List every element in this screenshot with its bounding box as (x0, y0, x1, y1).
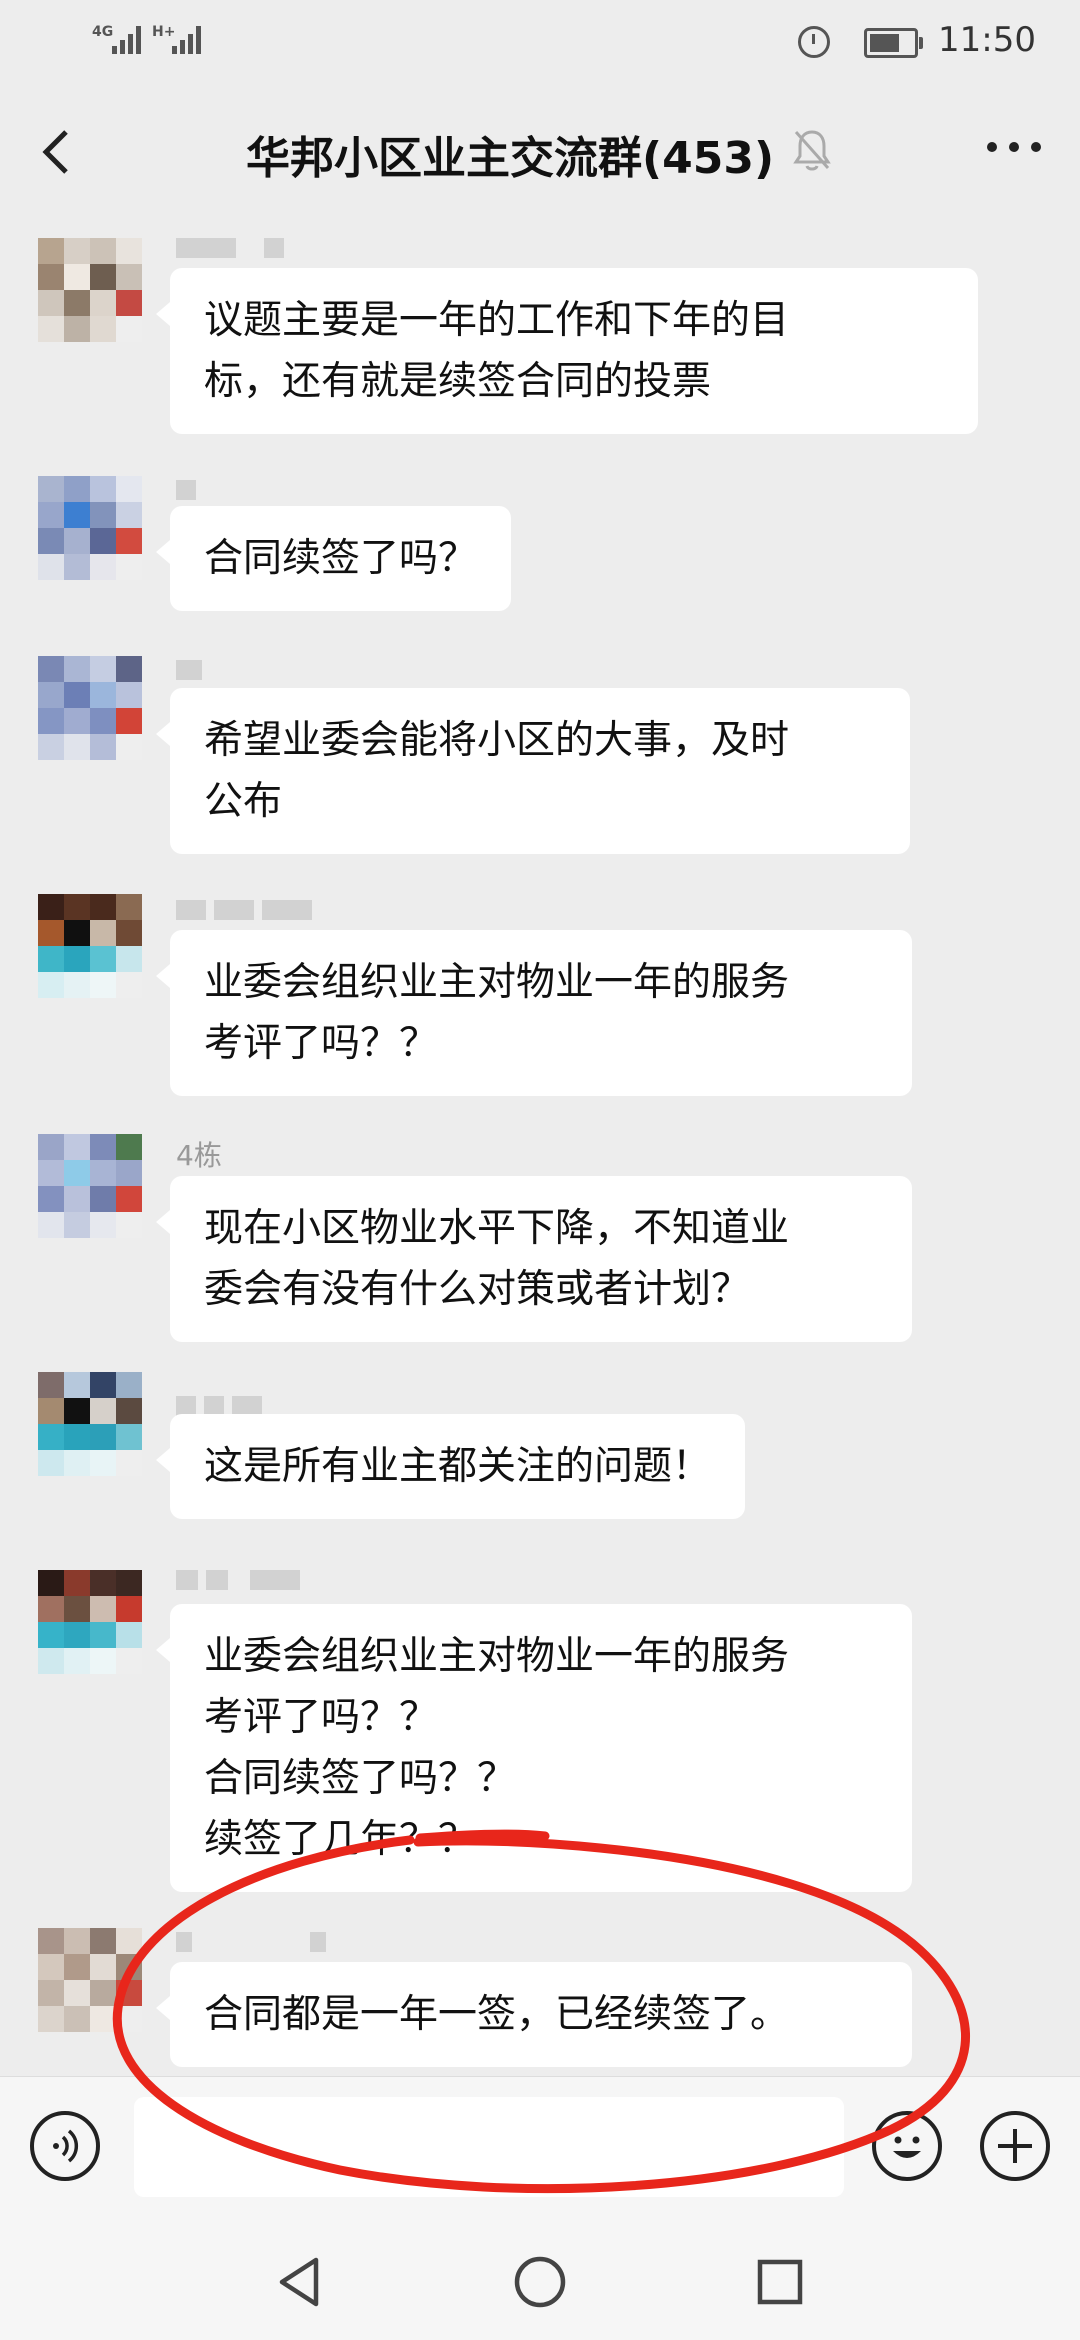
sender-name-blurred (176, 900, 312, 920)
message-bubble[interactable]: 合同续签了吗？ (155, 506, 512, 611)
sender-name-blurred (176, 1570, 300, 1590)
nav-back-icon[interactable] (272, 2254, 328, 2310)
status-bar: 4G H+ 11:50 (0, 0, 1080, 84)
voice-icon[interactable] (30, 2111, 100, 2181)
system-navigation-bar (0, 2220, 1080, 2340)
mute-bell-icon (793, 130, 831, 171)
sender-name-blurred (176, 660, 202, 680)
battery-icon (864, 28, 923, 58)
message-bubble[interactable]: 议题主要是一年的工作和下年的目 标，还有就是续签合同的投票 (156, 268, 978, 434)
signal-bars-2-icon (172, 26, 204, 54)
nav-recents-icon[interactable] (752, 2254, 808, 2310)
sender-name: 4栋 (176, 1139, 222, 1172)
message-bubble[interactable]: 业委会组织业主对物业一年的服务 考评了吗？？ (156, 930, 912, 1096)
message-bubble[interactable]: 合同都是一年一签，已经续签了。 (156, 1962, 912, 2067)
signal-bars-icon (112, 26, 144, 54)
avatar[interactable] (38, 1928, 142, 2032)
group-title: 华邦小区业主交流群(453) (246, 133, 775, 184)
sender-name-blurred (176, 238, 284, 258)
avatar[interactable] (38, 656, 142, 760)
chat-header: 华邦小区业主交流群(453) (0, 84, 1080, 214)
nav-home-icon[interactable] (512, 2254, 568, 2310)
message-input[interactable] (134, 2097, 844, 2197)
signal-4g-label: 4G (92, 24, 114, 40)
message-bubble[interactable]: 希望业委会能将小区的大事，及时 公布 (156, 688, 910, 854)
avatar[interactable] (38, 1134, 142, 1238)
sender-name-blurred (176, 1396, 262, 1416)
alarm-icon (798, 26, 830, 58)
back-arrow-icon[interactable] (36, 122, 78, 182)
avatar[interactable] (38, 476, 142, 580)
message-bubble[interactable]: 现在小区物业水平下降，不知道业 委会有没有什么对策或者计划？ (156, 1176, 912, 1342)
input-bar (0, 2076, 1080, 2221)
message-bubble[interactable]: 这是所有业主都关注的问题！ (155, 1414, 746, 1519)
sender-name-blurred (176, 1932, 326, 1952)
more-options-icon[interactable] (984, 132, 1044, 162)
avatar[interactable] (38, 1372, 142, 1476)
avatar[interactable] (38, 894, 142, 998)
emoji-icon[interactable] (872, 2111, 942, 2181)
clock: 11:50 (938, 20, 1036, 60)
message-bubble[interactable]: 业委会组织业主对物业一年的服务 考评了吗？？ 合同续签了吗？？ 续签了几年？？ (156, 1604, 912, 1892)
avatar[interactable] (38, 1570, 142, 1674)
plus-icon[interactable] (980, 2111, 1050, 2181)
sender-name-blurred (176, 480, 196, 500)
avatar[interactable] (38, 238, 142, 342)
